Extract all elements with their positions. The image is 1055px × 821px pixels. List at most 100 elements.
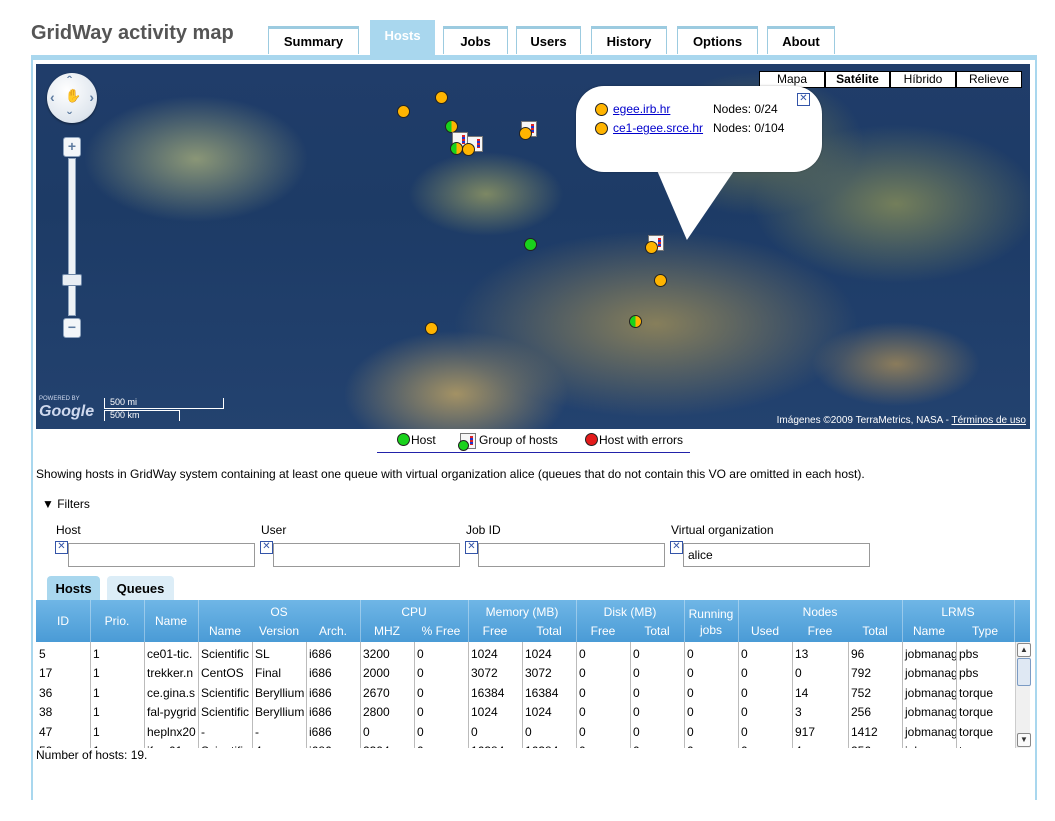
table-cell: i686 <box>309 647 332 661</box>
col-disk-free[interactable]: Free <box>576 624 630 638</box>
col-lrms-type[interactable]: Type <box>956 624 1014 638</box>
host-marker[interactable] <box>462 143 475 156</box>
table-row[interactable]: 38 1 fal-pygrid Scientific Beryllium i686 2800… <box>36 702 1014 721</box>
popup-host-link[interactable]: egee.irb.hr <box>613 102 670 116</box>
table-scrollbar[interactable]: ▲ ▼ <box>1015 642 1031 748</box>
zoom-slider-thumb[interactable] <box>62 274 82 286</box>
host-marker[interactable] <box>435 91 448 104</box>
popup-host-link[interactable]: ce1-egee.srce.hr <box>613 121 703 135</box>
col-nodes-free[interactable]: Free <box>792 624 848 638</box>
table-cell: 0 <box>687 666 694 681</box>
col-name[interactable]: Name <box>144 614 198 628</box>
table-cell: 16384 <box>525 685 559 700</box>
host-marker[interactable] <box>654 274 667 287</box>
tab-history[interactable]: History <box>591 26 667 54</box>
host-filter-label: Host <box>56 523 81 537</box>
tab-jobs[interactable]: Jobs <box>443 26 508 54</box>
pan-up-icon[interactable]: ˆ <box>67 73 72 89</box>
host-status-icon <box>595 122 608 135</box>
table-cell: 0 <box>579 647 586 661</box>
subtab-queues[interactable]: Queues <box>107 576 174 600</box>
col-disk-total[interactable]: Total <box>630 624 684 638</box>
clear-vo-filter-icon[interactable]: ✕ <box>670 541 683 554</box>
pan-right-icon[interactable]: › <box>89 89 94 105</box>
vo-filter-label: Virtual organization <box>671 523 774 537</box>
table-cell: 0 <box>633 666 640 681</box>
host-marker[interactable] <box>425 322 438 335</box>
col-mem-total[interactable]: Total <box>522 624 576 638</box>
table-cell: jobmanag <box>902 744 956 748</box>
job-id-filter-input[interactable] <box>478 543 665 567</box>
tab-summary[interactable]: Summary <box>268 26 359 54</box>
popup-host-nodes: Nodes: 0/104 <box>713 121 785 135</box>
close-icon[interactable]: ✕ <box>797 93 810 106</box>
zoom-out-button[interactable]: − <box>63 318 81 338</box>
table-cell: 0 <box>687 647 694 661</box>
host-filter-input[interactable] <box>68 543 255 567</box>
scrollbar-thumb[interactable] <box>1017 658 1031 686</box>
tab-options[interactable]: Options <box>677 26 758 54</box>
tab-about[interactable]: About <box>767 26 835 54</box>
tab-users[interactable]: Users <box>516 26 581 54</box>
clear-job-id-filter-icon[interactable]: ✕ <box>465 541 478 554</box>
col-pct-free[interactable]: % Free <box>414 624 468 638</box>
table-cell: 2394 <box>360 744 414 748</box>
map-type-hybrid[interactable]: Híbrido <box>890 71 956 88</box>
table-row[interactable]: 47 1 heplnx20- - i686 0 0 0 0 0 0 0 0 917 1412 jobmanag… <box>36 722 1014 741</box>
col-nodes-used[interactable]: Used <box>738 624 792 638</box>
col-mhz[interactable]: MHZ <box>360 624 414 638</box>
map-type-satellite[interactable]: Satélite <box>825 71 890 88</box>
host-filter: Host ✕ <box>55 523 255 567</box>
table-body[interactable]: 5 1 ce01-tic. Scientific SL i686 3200 0 1024 1024… <box>36 642 1014 748</box>
filters-toggle[interactable]: ▼ Filters <box>42 497 90 511</box>
pan-left-icon[interactable]: ‹ <box>50 89 55 105</box>
table-row[interactable]: 36 1 ce.gina.s Scientific Beryllium i686 2670 0… <box>36 683 1014 702</box>
clear-host-filter-icon[interactable]: ✕ <box>55 541 68 554</box>
host-marker[interactable] <box>524 238 537 251</box>
pan-control[interactable]: ‹ › ˆ ˇ ✋ <box>47 73 97 125</box>
table-cell: 0 <box>417 685 424 700</box>
group-lrms: LRMS <box>941 605 975 619</box>
table-cell: CentOS <box>201 666 244 681</box>
pan-down-icon[interactable]: ˇ <box>67 109 72 125</box>
subtab-hosts[interactable]: Hosts <box>47 576 100 600</box>
table-cell: 1 <box>93 647 100 661</box>
col-mem-free[interactable]: Free <box>468 624 522 638</box>
table-row[interactable]: 5 1 ce01-tic. Scientific SL i686 3200 0 1024 1024… <box>36 644 1014 663</box>
table-cell: 17 <box>39 666 53 681</box>
satellite-map[interactable]: Mapa Satélite Híbrido Relieve ‹ › ˆ ˇ ✋ … <box>36 64 1030 429</box>
table-row[interactable]: 501ifca.01Scientific4i686239401638416384… <box>36 741 1014 748</box>
table-cell: i686 <box>309 666 332 681</box>
hand-icon[interactable]: ✋ <box>65 88 81 104</box>
host-marker[interactable] <box>397 105 410 118</box>
clear-user-filter-icon[interactable]: ✕ <box>260 541 273 554</box>
tab-hosts[interactable]: Hosts <box>370 20 435 56</box>
host-marker[interactable] <box>645 241 658 254</box>
host-marker[interactable] <box>629 315 642 328</box>
terms-link[interactable]: Términos de uso <box>952 415 1026 426</box>
group-legend-dot-icon <box>458 440 469 451</box>
map-type-relief[interactable]: Relieve <box>956 71 1022 88</box>
google-logo[interactable]: Google <box>39 403 94 421</box>
table-row[interactable]: 17 1 trekker.n CentOS Final i686 2000 0 3072 3072… <box>36 663 1014 682</box>
user-filter-input[interactable] <box>273 543 460 567</box>
table-cell: 1 <box>93 724 100 739</box>
col-os-version[interactable]: Version <box>252 624 306 638</box>
table-cell: 0 <box>576 744 630 748</box>
col-lrms-name[interactable]: Name <box>902 624 956 638</box>
col-running-jobs[interactable]: jobs <box>684 623 738 637</box>
scroll-down-icon[interactable]: ▼ <box>1017 733 1031 747</box>
col-prio[interactable]: Prio. <box>90 614 144 628</box>
col-os-name[interactable]: Name <box>198 624 252 638</box>
col-nodes-total[interactable]: Total <box>848 624 902 638</box>
zoom-in-button[interactable]: + <box>63 137 81 157</box>
scroll-up-icon[interactable]: ▲ <box>1017 643 1031 657</box>
col-arch[interactable]: Arch. <box>306 624 360 638</box>
host-legend-icon <box>397 433 410 446</box>
zoom-slider-track[interactable] <box>68 158 76 316</box>
table-cell: 0 <box>417 647 424 661</box>
vo-filter-input[interactable] <box>683 543 870 567</box>
host-marker[interactable] <box>519 127 532 140</box>
col-id[interactable]: ID <box>36 614 90 628</box>
table-cell: 256 <box>851 705 872 720</box>
